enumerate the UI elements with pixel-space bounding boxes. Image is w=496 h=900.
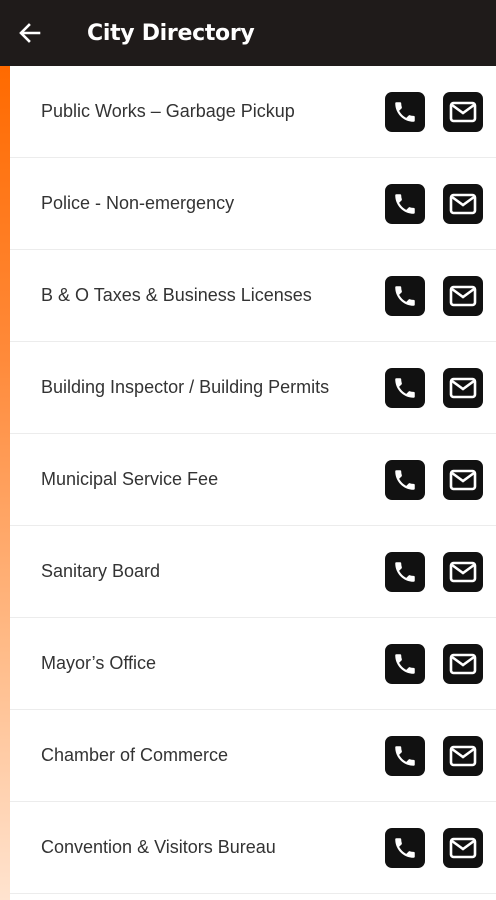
email-button[interactable]	[443, 184, 483, 224]
email-button[interactable]	[443, 828, 483, 868]
list-item: B & O Taxes & Business Licenses	[10, 250, 496, 342]
email-button[interactable]	[443, 276, 483, 316]
page-title: City Directory	[87, 20, 255, 46]
envelope-icon	[449, 745, 477, 767]
back-button[interactable]	[0, 0, 60, 66]
call-button[interactable]	[385, 368, 425, 408]
list-item: Mayor’s Office	[10, 618, 496, 710]
app-bar: City Directory	[0, 0, 496, 66]
phone-icon	[392, 467, 418, 493]
list-item-label: Municipal Service Fee	[41, 469, 219, 489]
call-button[interactable]	[385, 644, 425, 684]
list-item: Building Inspector / Building Permits	[10, 342, 496, 434]
list-item: Sanitary Board	[10, 526, 496, 618]
phone-icon	[392, 835, 418, 861]
call-button[interactable]	[385, 828, 425, 868]
phone-icon	[392, 651, 418, 677]
call-button[interactable]	[385, 460, 425, 500]
envelope-icon	[449, 837, 477, 859]
phone-icon	[392, 283, 418, 309]
phone-icon	[392, 375, 418, 401]
envelope-icon	[449, 285, 477, 307]
email-button[interactable]	[443, 644, 483, 684]
list-item-label: Mayor’s Office	[41, 653, 157, 673]
phone-icon	[392, 559, 418, 585]
envelope-icon	[449, 193, 477, 215]
directory-list: Public Works – Garbage Pickup Police - N…	[10, 66, 496, 894]
phone-icon	[392, 191, 418, 217]
email-button[interactable]	[443, 460, 483, 500]
list-item-label: Sanitary Board	[41, 561, 161, 581]
list-item: Convention & Visitors Bureau	[10, 802, 496, 894]
list-item: Chamber of Commerce	[10, 710, 496, 802]
list-item: Police - Non-emergency	[10, 158, 496, 250]
arrow-left-icon	[19, 23, 41, 43]
list-item: Municipal Service Fee	[10, 434, 496, 526]
call-button[interactable]	[385, 92, 425, 132]
list-item-label: Public Works – Garbage Pickup	[41, 101, 295, 121]
email-button[interactable]	[443, 552, 483, 592]
list-item-label: Police - Non-emergency	[41, 193, 235, 213]
envelope-icon	[449, 377, 477, 399]
envelope-icon	[449, 561, 477, 583]
envelope-icon	[449, 469, 477, 491]
call-button[interactable]	[385, 184, 425, 224]
email-button[interactable]	[443, 92, 483, 132]
envelope-icon	[449, 101, 477, 123]
phone-icon	[392, 99, 418, 125]
list-item-label: Convention & Visitors Bureau	[41, 837, 276, 857]
call-button[interactable]	[385, 736, 425, 776]
list-item-label: Building Inspector / Building Permits	[41, 377, 330, 397]
list-item: Public Works – Garbage Pickup	[10, 66, 496, 158]
envelope-icon	[449, 653, 477, 675]
email-button[interactable]	[443, 736, 483, 776]
accent-strip	[0, 66, 10, 900]
call-button[interactable]	[385, 552, 425, 592]
phone-icon	[392, 743, 418, 769]
list-item-label: Chamber of Commerce	[41, 745, 229, 765]
email-button[interactable]	[443, 368, 483, 408]
call-button[interactable]	[385, 276, 425, 316]
list-item-label: B & O Taxes & Business Licenses	[41, 285, 312, 305]
